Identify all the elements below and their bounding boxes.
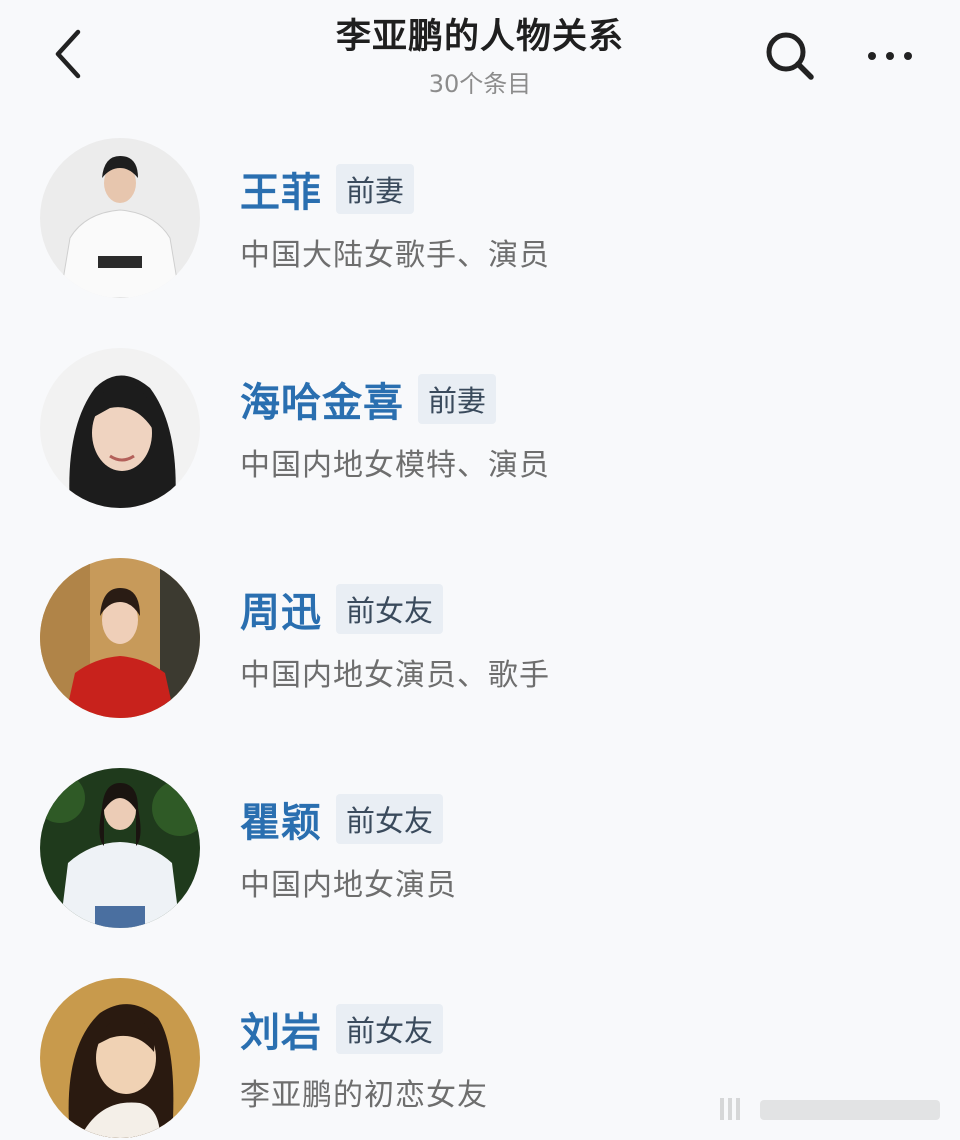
person-description: 中国大陆女歌手、演员 [240, 238, 550, 273]
name-row: 周迅 前女友 [240, 580, 444, 638]
person-description: 中国内地女演员 [240, 868, 457, 903]
name-row: 瞿颖 前女友 [240, 790, 444, 848]
name-row: 王菲 前妻 [240, 160, 415, 218]
list-item[interactable]: 海哈金喜 前妻 中国内地女模特、演员 [0, 340, 960, 510]
avatar [40, 348, 200, 508]
person-name[interactable]: 王菲 [240, 160, 322, 218]
person-name[interactable]: 刘岩 [240, 1000, 322, 1058]
avatar [40, 138, 200, 298]
relation-tag: 前女友 [336, 1004, 444, 1054]
relation-tag: 前女友 [336, 584, 444, 634]
relation-tag: 前妻 [418, 374, 497, 424]
more-horizontal-icon [868, 52, 912, 60]
person-name[interactable]: 海哈金喜 [240, 370, 404, 428]
watermark [720, 1098, 940, 1120]
avatar [40, 978, 200, 1138]
avatar [40, 768, 200, 928]
search-button[interactable] [758, 24, 822, 88]
name-row: 刘岩 前女友 [240, 1000, 444, 1058]
top-bar: 李亚鹏的人物关系 30个条目 [0, 0, 960, 110]
search-icon [766, 32, 814, 80]
name-row: 海哈金喜 前妻 [240, 370, 497, 428]
more-button[interactable] [858, 24, 922, 88]
relation-tag: 前女友 [336, 794, 444, 844]
person-description: 李亚鹏的初恋女友 [240, 1078, 488, 1113]
avatar [40, 558, 200, 718]
person-description: 中国内地女演员、歌手 [240, 658, 550, 693]
list-item[interactable]: 瞿颖 前女友 中国内地女演员 [0, 760, 960, 930]
list-item[interactable]: 王菲 前妻 中国大陆女歌手、演员 [0, 130, 960, 300]
person-name[interactable]: 周迅 [240, 580, 322, 638]
person-name[interactable]: 瞿颖 [240, 790, 322, 848]
relation-tag: 前妻 [336, 164, 415, 214]
list-item[interactable]: 周迅 前女友 中国内地女演员、歌手 [0, 550, 960, 720]
person-description: 中国内地女模特、演员 [240, 448, 550, 483]
